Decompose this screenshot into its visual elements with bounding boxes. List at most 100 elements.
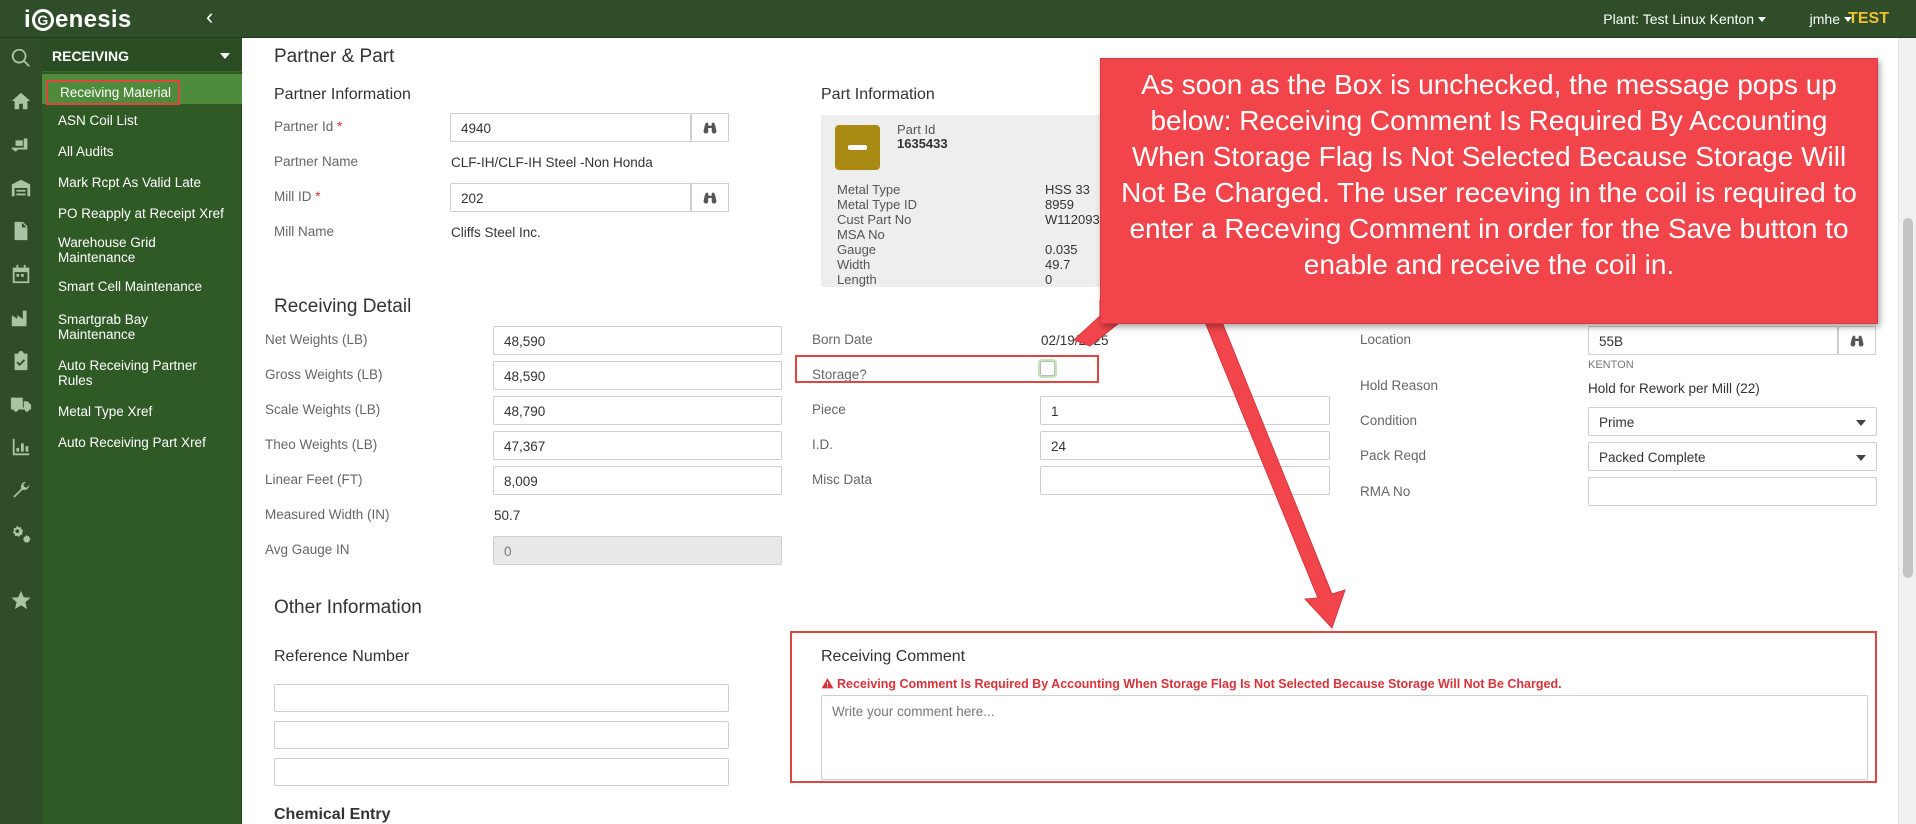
receiving-comment-textarea[interactable]: Write your comment here... xyxy=(821,695,1868,780)
mill-name-label: Mill Name xyxy=(274,224,335,239)
sidebar-section-receiving[interactable]: RECEIVING xyxy=(42,38,242,72)
msa-no-label: MSA No xyxy=(837,227,885,242)
partner-lookup-button[interactable] xyxy=(691,113,729,142)
sidebar-item-label: Warehouse Grid Maintenance xyxy=(58,235,156,265)
part-info-title: Part Information xyxy=(821,86,935,103)
location-label: Location xyxy=(1360,332,1412,347)
metal-type-id-label: Metal Type ID xyxy=(837,197,917,212)
rma-no-input[interactable] xyxy=(1588,477,1877,506)
rma-no-label: RMA No xyxy=(1360,484,1411,499)
condition-select[interactable]: Prime xyxy=(1588,407,1877,436)
mill-name-value: Cliffs Steel Inc. xyxy=(451,225,541,240)
home-icon[interactable] xyxy=(8,90,34,112)
gross-weights-label: Gross Weights (LB) xyxy=(265,367,383,382)
sidebar-item-smartgrab-bay[interactable]: Smartgrab Bay Maintenance xyxy=(42,312,182,342)
sidebar-item-smart-cell[interactable]: Smart Cell Maintenance xyxy=(42,279,208,294)
partner-part-title: Partner & Part xyxy=(274,46,395,67)
reference-number-input-1[interactable] xyxy=(274,684,729,712)
metal-type-id-value: 8959 xyxy=(1045,197,1074,212)
id-input[interactable]: 24 xyxy=(1040,431,1330,460)
net-weights-label: Net Weights (LB) xyxy=(265,332,368,347)
mill-lookup-button[interactable] xyxy=(691,183,729,212)
length-label: Length xyxy=(837,272,877,287)
sidebar-item-asn-coil-list[interactable]: ASN Coil List xyxy=(42,113,144,128)
location-input[interactable]: 55B xyxy=(1588,326,1838,355)
part-icon xyxy=(835,125,880,170)
other-info-title: Other Information xyxy=(274,597,422,618)
sidebar-item-metal-type-xref[interactable]: Metal Type Xref xyxy=(42,404,158,419)
document-icon[interactable] xyxy=(8,220,34,242)
gross-weights-input[interactable]: 48,590 xyxy=(493,361,782,390)
chevron-down-icon xyxy=(1856,420,1866,426)
linear-feet-input[interactable]: 8,009 xyxy=(493,466,782,495)
cust-part-no-label: Cust Part No xyxy=(837,212,912,227)
truck-icon[interactable] xyxy=(8,393,34,415)
metal-type-label: Metal Type xyxy=(837,182,901,197)
required-mark: * xyxy=(337,119,343,134)
theo-weights-label: Theo Weights (LB) xyxy=(265,437,378,452)
warehouse-icon[interactable] xyxy=(8,177,34,199)
gears-icon[interactable] xyxy=(8,522,34,544)
sidebar-item-label: Mark Rcpt As Valid Late xyxy=(58,175,202,190)
calendar-icon[interactable] xyxy=(8,263,34,285)
width-label: Width xyxy=(837,257,871,272)
piece-label: Piece xyxy=(812,402,846,417)
scale-weights-input[interactable]: 48,790 xyxy=(493,396,782,425)
partner-info-title: Partner Information xyxy=(274,86,411,103)
annotation-callout: As soon as the Box is unchecked, the mes… xyxy=(1100,58,1878,324)
sidebar-item-label: Receiving Material xyxy=(46,80,181,105)
user-label: jmhe xyxy=(1809,11,1840,27)
plant-selector[interactable]: Plant: Test Linux Kenton xyxy=(1603,11,1766,27)
net-weights-input[interactable]: 48,590 xyxy=(493,326,782,355)
search-icon[interactable] xyxy=(8,47,34,69)
reference-number-input-2[interactable] xyxy=(274,721,729,749)
truck-loading-icon[interactable] xyxy=(8,133,34,155)
page-scrollbar[interactable] xyxy=(1898,38,1916,824)
theo-weights-input[interactable]: 47,367 xyxy=(493,431,782,460)
avg-gauge-label: Avg Gauge IN xyxy=(265,542,350,557)
sidebar-item-mark-rcpt-valid-late[interactable]: Mark Rcpt As Valid Late xyxy=(42,175,207,190)
partner-id-input[interactable]: 4940 xyxy=(450,113,691,142)
scrollbar-thumb[interactable] xyxy=(1903,218,1913,578)
factory-icon[interactable] xyxy=(8,307,34,329)
sidebar-item-po-reapply[interactable]: PO Reapply at Receipt Xref xyxy=(42,206,230,221)
location-lookup-button[interactable] xyxy=(1838,326,1876,355)
environment-badge: TEST xyxy=(1848,10,1889,27)
collapse-sidebar-icon[interactable]: ‹ xyxy=(206,6,213,28)
receiving-comment-label: Receiving Comment xyxy=(821,648,966,665)
sidebar-item-receiving-material[interactable]: Receiving Material xyxy=(42,74,242,105)
avg-gauge-input: 0 xyxy=(493,536,782,565)
partner-name-value: CLF-IH/CLF-IH Steel -Non Honda xyxy=(451,155,653,170)
reference-number-input-3[interactable] xyxy=(274,758,729,786)
reference-number-label: Reference Number xyxy=(274,648,410,665)
sidebar-item-label: Auto Receiving Part Xref xyxy=(58,435,206,450)
sidebar-item-warehouse-grid[interactable]: Warehouse Grid Maintenance xyxy=(42,235,192,265)
metal-type-value: HSS 33 xyxy=(1045,182,1090,197)
length-value: 0 xyxy=(1045,272,1053,287)
mill-id-input[interactable]: 202 xyxy=(450,183,691,212)
user-menu[interactable]: jmhe xyxy=(1810,11,1852,27)
storage-highlight-box xyxy=(795,355,1099,383)
sidebar-item-auto-receiving-partner-rules[interactable]: Auto Receiving Partner Rules xyxy=(42,358,222,388)
born-date-value: 02/19/2025 xyxy=(1041,333,1109,348)
app-logo[interactable]: i Genesis xyxy=(24,6,132,34)
sidebar-item-label: PO Reapply at Receipt Xref xyxy=(58,206,224,221)
id-label: I.D. xyxy=(812,437,834,452)
pack-reqd-label: Pack Reqd xyxy=(1360,448,1427,463)
clipboard-check-icon[interactable] xyxy=(8,350,34,372)
pack-reqd-value: Packed Complete xyxy=(1599,450,1706,465)
chevron-down-icon xyxy=(220,53,230,59)
sidebar-item-label: ASN Coil List xyxy=(58,113,138,128)
binoculars-icon xyxy=(703,192,717,204)
sidebar: RECEIVING Receiving Material ASN Coil Li… xyxy=(42,38,242,824)
pack-reqd-select[interactable]: Packed Complete xyxy=(1588,442,1877,471)
star-icon[interactable] xyxy=(8,589,34,611)
piece-input[interactable]: 1 xyxy=(1040,396,1330,425)
sidebar-item-all-audits[interactable]: All Audits xyxy=(42,144,120,159)
wrench-icon[interactable] xyxy=(8,479,34,501)
list-chart-icon[interactable] xyxy=(8,436,34,458)
sidebar-item-auto-receiving-part-xref[interactable]: Auto Receiving Part Xref xyxy=(42,435,212,450)
binoculars-icon xyxy=(703,122,717,134)
misc-data-input[interactable] xyxy=(1040,466,1330,495)
comment-warning-text: Receiving Comment Is Required By Account… xyxy=(837,677,1562,691)
